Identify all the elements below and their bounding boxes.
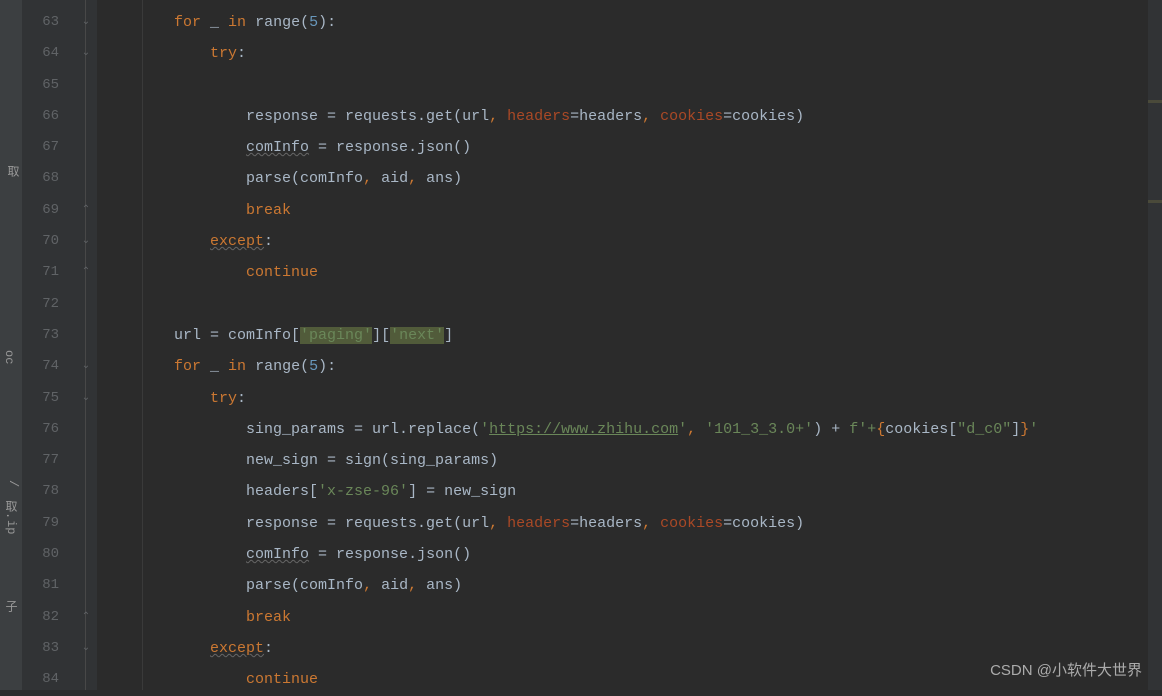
sidebar-label: oc [2,350,16,364]
code-line[interactable]: except: [97,226,1162,257]
line-number[interactable]: 71 [22,257,59,288]
fold-end-icon[interactable]: ⌃ [79,203,93,217]
code-line[interactable]: headers['x-zse-96'] = new_sign [97,476,1162,507]
fold-chevron-icon[interactable]: ⌄ [79,391,93,405]
line-number[interactable]: 63 [22,7,59,38]
code-line[interactable]: break [97,602,1162,633]
fold-chevron-icon[interactable]: ⌄ [79,359,93,373]
line-number[interactable]: 66 [22,101,59,132]
sidebar-label: 取 [4,165,21,177]
line-number[interactable]: 84 [22,664,59,695]
line-number[interactable]: 79 [22,508,59,539]
code-line[interactable]: url = comInfo['paging']['next'] [97,320,1162,351]
sidebar-label: ip [4,520,18,534]
scrollbar-minimap[interactable] [1148,0,1162,690]
fold-end-icon[interactable]: ⌃ [79,610,93,624]
code-editor[interactable]: 6364656667686970717273747576777879808182… [22,0,1162,690]
line-number[interactable]: 75 [22,383,59,414]
code-line[interactable]: comInfo = response.json() [97,539,1162,570]
line-number[interactable]: 82 [22,602,59,633]
code-line[interactable]: for _ in range(5): [97,351,1162,382]
code-line[interactable]: response = requests.get(url, headers=hea… [97,508,1162,539]
line-number[interactable]: 65 [22,70,59,101]
line-number-gutter[interactable]: 6364656667686970717273747576777879808182… [22,0,77,690]
line-number[interactable]: 74 [22,351,59,382]
code-line[interactable]: try: [97,38,1162,69]
line-number[interactable]: 64 [22,38,59,69]
line-number[interactable]: 80 [22,539,59,570]
line-number[interactable]: 73 [22,320,59,351]
line-number[interactable]: 76 [22,414,59,445]
code-line[interactable]: parse(comInfo, aid, ans) [97,570,1162,601]
line-number[interactable]: 78 [22,476,59,507]
line-number[interactable]: 67 [22,132,59,163]
fold-column[interactable]: ⌄ ⌄ ⌃ ⌄ ⌃ ⌄ ⌄ ⌃ ⌄ [77,0,97,690]
line-number[interactable]: 72 [22,289,59,320]
fold-chevron-icon[interactable]: ⌄ [79,641,93,655]
code-line[interactable]: break [97,195,1162,226]
line-number[interactable]: 70 [22,226,59,257]
sidebar-label: 子 [2,600,19,612]
watermark-text: CSDN @小软件大世界 [990,659,1142,680]
code-line[interactable]: sing_params = url.replace('https://www.z… [97,414,1162,445]
line-number[interactable]: 68 [22,163,59,194]
code-line[interactable]: parse(comInfo, aid, ans) [97,163,1162,194]
line-number[interactable]: 77 [22,445,59,476]
code-line[interactable]: continue [97,257,1162,288]
code-line[interactable]: for _ in range(5): [97,7,1162,38]
code-line[interactable]: response = requests.get(url, headers=hea… [97,101,1162,132]
sidebar-label: 取. [2,500,19,519]
sidebar-label: / [6,480,20,487]
code-line[interactable]: new_sign = sign(sing_params) [97,445,1162,476]
line-number[interactable]: 81 [22,570,59,601]
tool-window-bar[interactable]: 取 oc / 取. ip 子 [0,0,22,690]
fold-end-icon[interactable]: ⌃ [79,265,93,279]
fold-chevron-icon[interactable]: ⌄ [79,234,93,248]
code-line[interactable] [97,70,1162,101]
code-line[interactable] [97,289,1162,320]
code-line[interactable]: comInfo = response.json() [97,132,1162,163]
fold-chevron-icon[interactable]: ⌄ [79,15,93,29]
fold-chevron-icon[interactable]: ⌄ [79,46,93,60]
line-number[interactable]: 69 [22,195,59,226]
line-number[interactable]: 83 [22,633,59,664]
code-line[interactable]: try: [97,383,1162,414]
code-content[interactable]: for _ in range(5): try: response = reque… [97,0,1162,690]
